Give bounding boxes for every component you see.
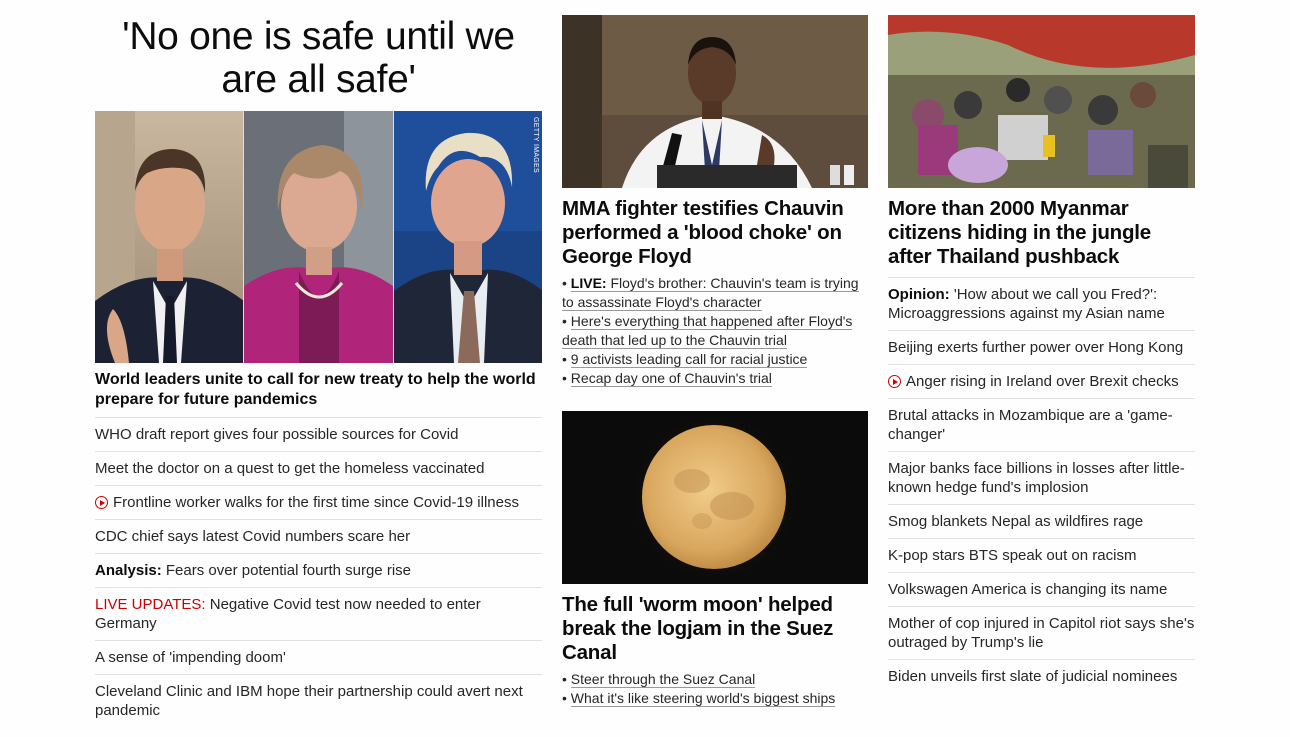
worm-moon-image[interactable] bbox=[562, 411, 868, 584]
opinion-label: Opinion: bbox=[888, 286, 950, 303]
photo-macron bbox=[95, 111, 244, 363]
list-item[interactable]: LIVE UPDATES: Negative Covid test now ne… bbox=[95, 588, 542, 641]
list-item[interactable]: Brutal attacks in Mozambique are a 'game… bbox=[888, 399, 1195, 452]
list-item[interactable]: Smog blankets Nepal as wildfires rage bbox=[888, 505, 1195, 539]
bullet-link[interactable]: • 9 activists leading call for racial ju… bbox=[562, 350, 868, 369]
list-item-text: Mother of cop injured in Capitol riot sa… bbox=[888, 615, 1195, 651]
bullet-link-text: Floyd's brother: Chauvin's team is tryin… bbox=[562, 275, 859, 310]
list-item[interactable]: Analysis: Fears over potential fourth su… bbox=[95, 554, 542, 588]
list-item[interactable]: Anger rising in Ireland over Brexit chec… bbox=[888, 365, 1195, 399]
list-item-text: Major banks face billions in losses afte… bbox=[888, 460, 1185, 496]
list-item[interactable]: Volkswagen America is changing its name bbox=[888, 573, 1195, 607]
lead-headline[interactable]: World leaders unite to call for new trea… bbox=[95, 370, 542, 418]
lead-column: 'No one is safe until we are all safe' G… bbox=[95, 0, 542, 727]
list-item-text: Frontline worker walks for the first tim… bbox=[113, 494, 519, 511]
photo-merkel bbox=[243, 111, 393, 363]
live-label: LIVE: bbox=[570, 275, 607, 291]
list-item[interactable]: Meet the doctor on a quest to get the ho… bbox=[95, 452, 542, 486]
play-icon bbox=[888, 375, 901, 388]
lead-image[interactable]: GETTY IMAGES bbox=[95, 111, 542, 363]
list-item-text: Cleveland Clinic and IBM hope their part… bbox=[95, 683, 523, 719]
list-item[interactable]: K-pop stars BTS speak out on racism bbox=[888, 539, 1195, 573]
list-item[interactable]: A sense of 'impending doom' bbox=[95, 641, 542, 675]
list-item[interactable]: CDC chief says latest Covid numbers scar… bbox=[95, 520, 542, 554]
list-item-text: A sense of 'impending doom' bbox=[95, 649, 286, 666]
worm-moon-headline[interactable]: The full 'worm moon' helped break the lo… bbox=[562, 593, 868, 665]
list-item-text: Brutal attacks in Mozambique are a 'game… bbox=[888, 407, 1173, 443]
list-item[interactable]: Cleveland Clinic and IBM hope their part… bbox=[95, 675, 542, 727]
list-item-text: Smog blankets Nepal as wildfires rage bbox=[888, 513, 1144, 530]
list-item-text: WHO draft report gives four possible sou… bbox=[95, 426, 459, 443]
bullet-link-text: 9 activists leading call for racial just… bbox=[570, 351, 808, 368]
bullet-link-text: Here's everything that happened after Fl… bbox=[562, 313, 853, 349]
banner-headline[interactable]: 'No one is safe until we are all safe' bbox=[95, 15, 542, 101]
list-item-text: CDC chief says latest Covid numbers scar… bbox=[95, 528, 411, 545]
middle-column: MMA fighter testifies Chauvin performed … bbox=[562, 0, 868, 708]
bullet-link[interactable]: • LIVE: Floyd's brother: Chauvin's team … bbox=[562, 274, 868, 312]
bullet-link[interactable]: • Recap day one of Chauvin's trial bbox=[562, 369, 868, 388]
list-item-text: Biden unveils first slate of judicial no… bbox=[888, 668, 1178, 685]
bullet-link-text: Steer through the Suez Canal bbox=[570, 671, 756, 688]
list-item-text: Meet the doctor on a quest to get the ho… bbox=[95, 460, 485, 477]
suez-related-links: • Steer through the Suez Canal • What it… bbox=[562, 670, 868, 708]
right-column: More than 2000 Myanmar citizens hiding i… bbox=[888, 0, 1195, 693]
list-item[interactable]: Beijing exerts further power over Hong K… bbox=[888, 331, 1195, 365]
right-related-list: Opinion: 'How about we call you Fred?': … bbox=[888, 278, 1195, 693]
list-item[interactable]: Frontline worker walks for the first tim… bbox=[95, 486, 542, 520]
bullet-link-text: Recap day one of Chauvin's trial bbox=[570, 370, 772, 387]
analysis-label: Analysis: bbox=[95, 562, 162, 579]
list-item-text: Beijing exerts further power over Hong K… bbox=[888, 339, 1184, 356]
list-item[interactable]: Biden unveils first slate of judicial no… bbox=[888, 660, 1195, 693]
image-credit: GETTY IMAGES bbox=[532, 117, 539, 173]
chauvin-trial-image[interactable] bbox=[562, 15, 868, 188]
list-item-text: Anger rising in Ireland over Brexit chec… bbox=[906, 373, 1179, 390]
photo-johnson bbox=[392, 111, 542, 363]
play-icon bbox=[95, 496, 108, 509]
list-item[interactable]: WHO draft report gives four possible sou… bbox=[95, 418, 542, 452]
chauvin-headline[interactable]: MMA fighter testifies Chauvin performed … bbox=[562, 197, 868, 269]
lead-related-list: WHO draft report gives four possible sou… bbox=[95, 418, 542, 727]
chauvin-related-links: • LIVE: Floyd's brother: Chauvin's team … bbox=[562, 274, 868, 388]
live-updates-label: LIVE UPDATES: bbox=[95, 596, 206, 613]
myanmar-headline[interactable]: More than 2000 Myanmar citizens hiding i… bbox=[888, 197, 1195, 278]
list-item-text: K-pop stars BTS speak out on racism bbox=[888, 547, 1137, 564]
list-item[interactable]: Mother of cop injured in Capitol riot sa… bbox=[888, 607, 1195, 660]
list-item-text: Fears over potential fourth surge rise bbox=[161, 562, 411, 579]
bullet-link[interactable]: • Steer through the Suez Canal bbox=[562, 670, 868, 689]
list-item[interactable]: Opinion: 'How about we call you Fred?': … bbox=[888, 278, 1195, 331]
bullet-link[interactable]: • What it's like steering world's bigges… bbox=[562, 689, 868, 708]
list-item-text: Volkswagen America is changing its name bbox=[888, 581, 1168, 598]
myanmar-image[interactable] bbox=[888, 15, 1195, 188]
bullet-link[interactable]: • Here's everything that happened after … bbox=[562, 312, 868, 350]
list-item[interactable]: Major banks face billions in losses afte… bbox=[888, 452, 1195, 505]
bullet-link-text: What it's like steering world's biggest … bbox=[570, 690, 836, 707]
